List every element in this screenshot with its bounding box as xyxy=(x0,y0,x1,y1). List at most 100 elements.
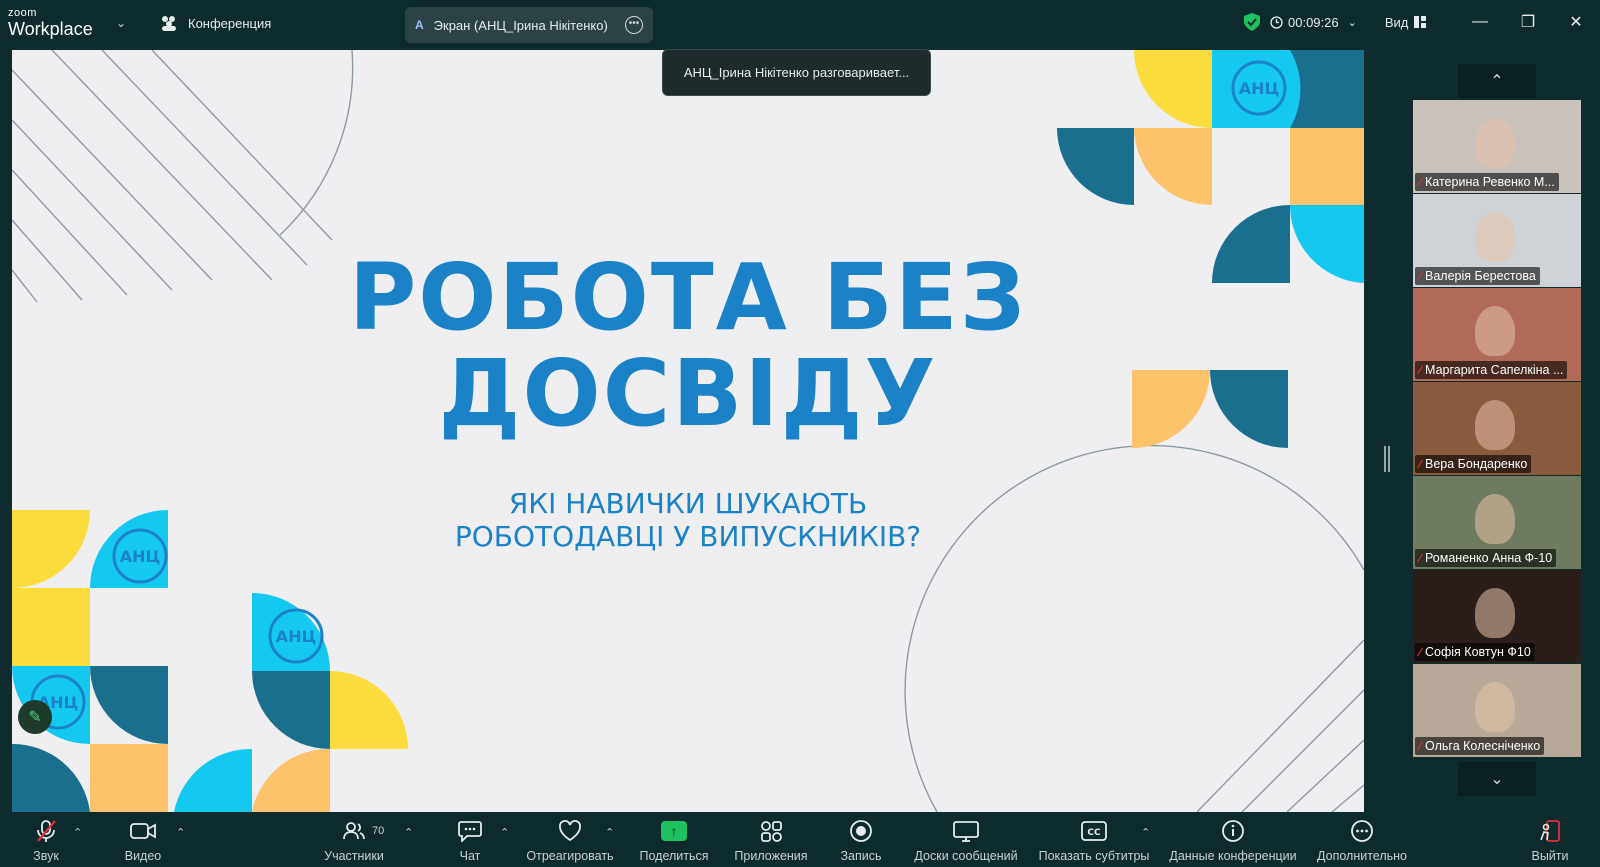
participant-name-tag: ∕ Катерина Ревенко М... xyxy=(1415,173,1559,191)
participant-name: Валерія Берестова xyxy=(1425,269,1536,283)
slide-title-line: РОБОТА БЕЗ xyxy=(348,244,1028,351)
participants-options-caret-icon[interactable]: ⌃ xyxy=(404,826,413,839)
mic-muted-icon: ∕ xyxy=(1419,363,1422,377)
slide-subtitle: ЯКІ НАВИЧКИ ШУКАЮТЬ РОБОТОДАВЦІ У ВИПУСК… xyxy=(12,487,1364,553)
slide-title-line: ДОСВІДУ xyxy=(438,340,938,447)
mic-muted-icon: ∕ xyxy=(1419,457,1422,471)
more-label: Дополнительно xyxy=(1317,849,1407,863)
captions-button[interactable]: CC Показать субтитры xyxy=(1036,816,1152,867)
info-icon xyxy=(1221,816,1245,846)
participant-video xyxy=(1475,682,1515,732)
participant-video xyxy=(1475,306,1515,356)
mic-muted-icon: ∕ xyxy=(1419,551,1422,565)
participant-tile[interactable]: ∕ Вера Бондаренко xyxy=(1413,382,1581,476)
react-label: Отреагировать xyxy=(526,849,614,863)
leave-button[interactable]: Выйти xyxy=(1530,816,1570,867)
panel-resize-handle[interactable] xyxy=(1384,446,1390,472)
chevron-down-icon[interactable]: ⌄ xyxy=(116,16,126,30)
minimize-icon[interactable]: — xyxy=(1456,0,1504,44)
restore-icon[interactable]: ❐ xyxy=(1504,0,1552,44)
mic-muted-icon: ∕ xyxy=(1419,175,1422,189)
participant-tile[interactable]: ∕ Ольга Колесніченко xyxy=(1413,664,1581,758)
participants-count: 70 xyxy=(372,825,385,837)
participant-name: Маргарита Сапелкіна ... xyxy=(1425,363,1564,377)
chat-options-caret-icon[interactable]: ⌃ xyxy=(500,826,509,839)
captions-label: Показать субтитры xyxy=(1038,849,1150,863)
more-dots-icon xyxy=(1350,816,1374,846)
video-label: Видео xyxy=(124,849,162,863)
participant-tile[interactable]: ∕ Маргарита Сапелкіна ... xyxy=(1413,288,1581,382)
grid-view-icon xyxy=(1414,16,1427,28)
apps-button[interactable]: Приложения xyxy=(730,816,812,867)
react-button[interactable]: Отреагировать xyxy=(524,816,616,867)
participant-name: Вера Бондаренко xyxy=(1425,457,1528,471)
scroll-down-button[interactable]: ⌄ xyxy=(1458,762,1536,796)
annotate-pencil-icon[interactable]: ✎ xyxy=(18,700,52,734)
window-controls: — ❐ ✕ xyxy=(1456,0,1600,44)
anc-logo-text: АНЦ xyxy=(1239,79,1280,98)
chevron-up-icon: ⌃ xyxy=(1490,73,1504,90)
timer-value: 00:09:26 xyxy=(1288,14,1339,30)
audio-button[interactable]: Звук xyxy=(28,816,64,867)
meeting-info-button[interactable]: Данные конференции xyxy=(1166,816,1300,867)
participant-video xyxy=(1475,494,1515,544)
participant-tile[interactable]: ∕ Романенко Анна Ф-10 xyxy=(1413,476,1581,570)
meeting-toolbar: Звук ⌃ Видео ⌃ Участники 70 ⌃ Чат ⌃ Отре… xyxy=(0,816,1600,867)
participant-video xyxy=(1475,588,1515,638)
participant-video xyxy=(1475,212,1515,262)
mic-muted-icon: ∕ xyxy=(1419,739,1422,753)
encryption-shield-icon[interactable] xyxy=(1244,13,1260,31)
leave-icon xyxy=(1538,816,1562,846)
record-button[interactable]: Запись xyxy=(836,816,886,867)
audio-label: Звук xyxy=(33,849,59,863)
chevron-down-icon: ⌄ xyxy=(1490,771,1504,788)
svg-text:CC: CC xyxy=(1087,828,1101,838)
anc-logo: АНЦ xyxy=(1231,60,1287,116)
logo-small-text: zoom xyxy=(8,7,37,19)
active-speaker-toast: АНЦ_Ірина Нікітенко разговаривает... xyxy=(662,49,931,96)
participant-tile[interactable]: ∕ Валерія Берестова xyxy=(1413,194,1581,288)
video-button[interactable]: Видео xyxy=(120,816,166,867)
share-button[interactable]: ↑ Поделиться xyxy=(636,816,712,867)
more-options-icon[interactable]: ••• xyxy=(625,16,643,34)
participant-video xyxy=(1475,400,1515,450)
video-options-caret-icon[interactable]: ⌃ xyxy=(176,826,185,839)
shared-screen-slide: АНЦ АНЦ АНЦ АНЦ РОБОТА БЕЗ ДОСВІДУ ЯКІ Н… xyxy=(12,50,1364,812)
close-icon[interactable]: ✕ xyxy=(1552,0,1600,44)
participant-name: Катерина Ревенко М... xyxy=(1425,175,1555,189)
video-camera-icon xyxy=(130,816,156,846)
participants-button[interactable]: Участники xyxy=(318,816,390,867)
participant-name-tag: ∕ Вера Бондаренко xyxy=(1415,455,1532,473)
participant-tile[interactable]: ∕ Софія Ковтун Ф10 xyxy=(1413,570,1581,664)
react-options-caret-icon[interactable]: ⌃ xyxy=(605,826,614,839)
logo-big-text: Workplace xyxy=(8,19,93,39)
participant-name-tag: ∕ Софія Ковтун Ф10 xyxy=(1415,643,1535,661)
participant-name: Романенко Анна Ф-10 xyxy=(1425,551,1553,565)
participant-name-tag: ∕ Романенко Анна Ф-10 xyxy=(1415,549,1557,567)
apps-icon xyxy=(760,816,782,846)
screen-share-indicator[interactable]: A Экран (АНЦ_Ірина Нікітенко) ••• xyxy=(405,7,653,43)
top-bar: zoom Workplace ⌄ Конференция A Экран (АН… xyxy=(0,0,1600,48)
whiteboards-button[interactable]: Доски сообщений xyxy=(910,816,1022,867)
apps-label: Приложения xyxy=(734,849,808,863)
whiteboards-label: Доски сообщений xyxy=(914,849,1018,863)
view-label: Вид xyxy=(1384,14,1409,30)
more-button[interactable]: Дополнительно xyxy=(1314,816,1410,867)
zoom-logo[interactable]: zoom Workplace xyxy=(8,7,93,39)
meeting-timer[interactable]: 00:09:26 ⌄ xyxy=(1270,15,1357,30)
meeting-title[interactable]: Конференция xyxy=(160,15,271,31)
share-label: Поделиться xyxy=(639,849,709,863)
chat-button[interactable]: Чат xyxy=(452,816,488,867)
view-button[interactable]: Вид xyxy=(1385,15,1427,30)
mic-muted-icon xyxy=(35,816,57,846)
scroll-up-button[interactable]: ⌃ xyxy=(1458,64,1536,98)
participant-name-tag: ∕ Маргарита Сапелкіна ... xyxy=(1415,361,1568,379)
sharer-initial: A xyxy=(415,18,424,32)
participant-tile[interactable]: ∕ Катерина Ревенко М... xyxy=(1413,100,1581,194)
participants-icon xyxy=(343,816,365,846)
closed-captions-icon: CC xyxy=(1081,816,1107,846)
audio-options-caret-icon[interactable]: ⌃ xyxy=(73,826,82,839)
slide-subtitle-line: ЯКІ НАВИЧКИ ШУКАЮТЬ xyxy=(508,487,868,520)
participant-name-tag: ∕ Валерія Берестова xyxy=(1415,267,1540,285)
captions-options-caret-icon[interactable]: ⌃ xyxy=(1141,826,1150,839)
